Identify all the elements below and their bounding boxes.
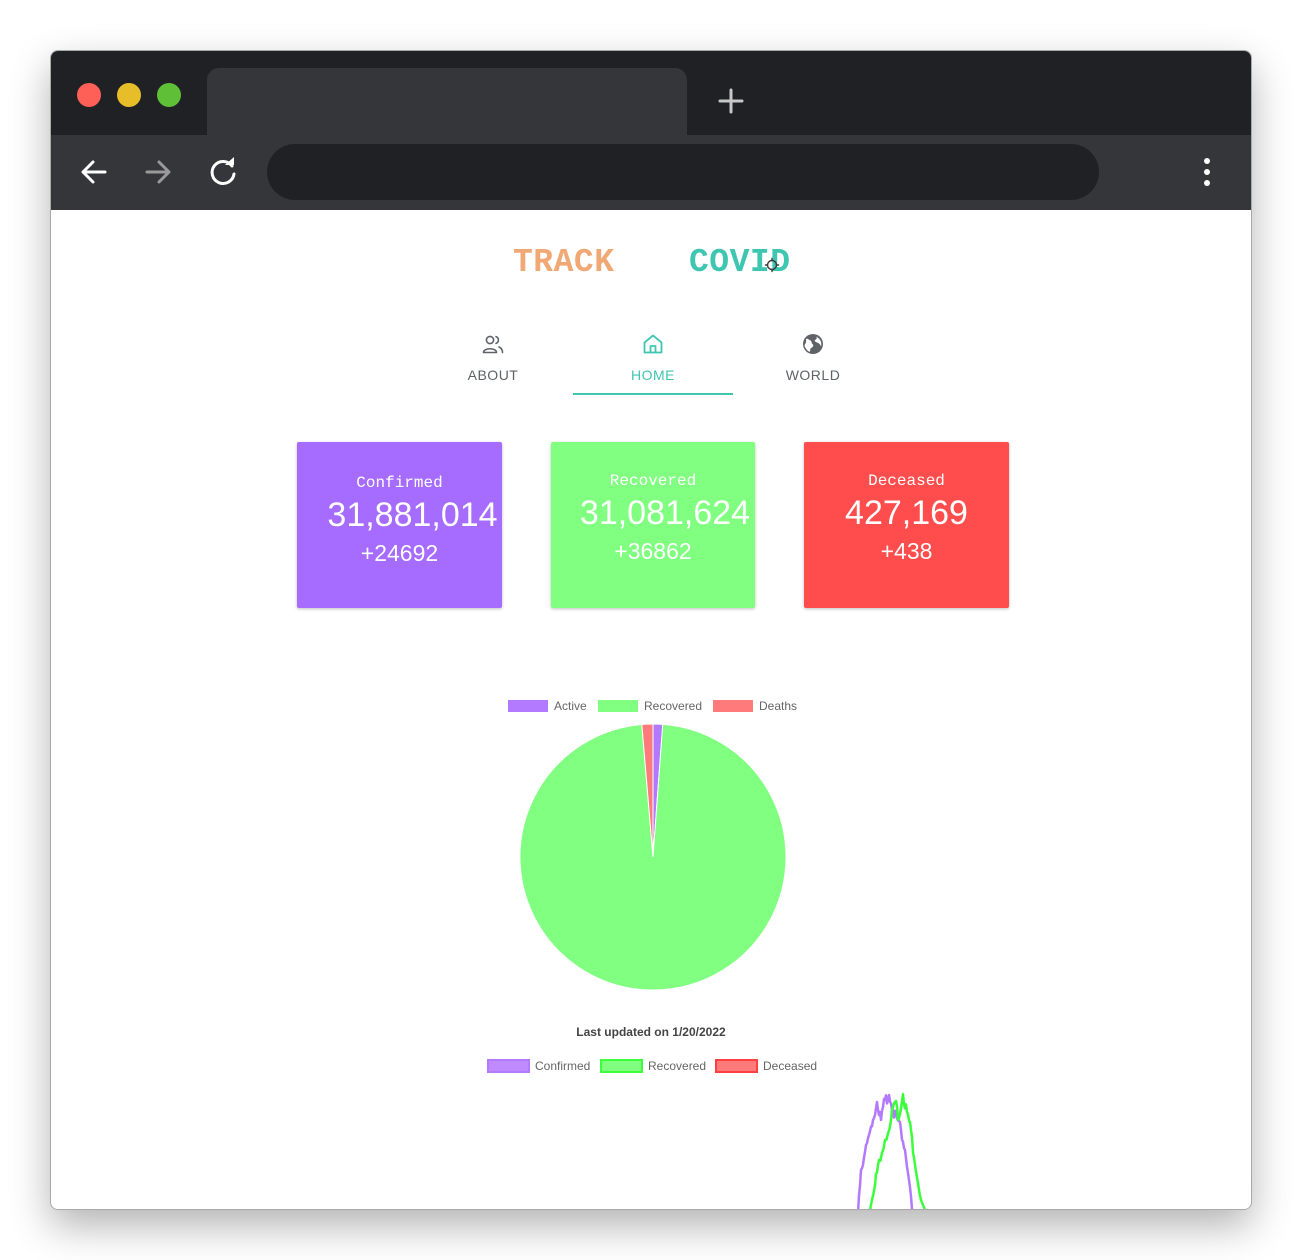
nav-item-world[interactable]: WORLD — [733, 320, 893, 396]
confirmed-value: 31,881,014 — [327, 496, 498, 534]
globe-icon — [803, 334, 823, 354]
active-tab-indicator — [573, 393, 733, 395]
nav-label-about: ABOUT — [467, 367, 519, 383]
nav-item-home[interactable]: HOME — [573, 320, 733, 396]
people-icon — [482, 335, 504, 354]
pie-legend-swatch-recovered — [598, 700, 638, 712]
line-legend: Confirmed Recovered Deceased — [487, 1058, 827, 1074]
recovered-value: 31,081,624 — [579, 494, 751, 532]
browser-tab[interactable] — [207, 68, 687, 135]
pie-legend-label-recovered: Recovered — [644, 699, 703, 713]
confirmed-card: Confirmed 31,881,014 +24692 — [297, 442, 502, 608]
deceased-title: Deceased — [868, 472, 945, 490]
tab-bar — [51, 51, 1251, 135]
minimize-window-button[interactable] — [117, 83, 141, 107]
pie-legend-label-deaths: Deaths — [759, 699, 798, 713]
pie-legend-label-active: Active — [554, 699, 587, 713]
line-legend-swatch-confirmed — [487, 1059, 530, 1073]
arrow-right-icon[interactable] — [141, 155, 175, 189]
maximize-window-button[interactable] — [157, 83, 181, 107]
pie-chart — [519, 723, 787, 991]
browser-window: TRACK COVID ABOUT HOME WORLD Confirmed 3… — [50, 50, 1252, 1210]
pie-legend-swatch-deaths — [713, 700, 753, 712]
line-chart — [856, 1092, 926, 1209]
pie-legend-swatch-active — [508, 700, 548, 712]
nav-item-about[interactable]: ABOUT — [413, 320, 573, 396]
recovered-delta: +36862 — [614, 538, 692, 564]
line-legend-label-confirmed: Confirmed — [535, 1059, 591, 1073]
line-legend-swatch-deceased — [715, 1059, 758, 1073]
deceased-delta: +438 — [880, 538, 933, 564]
arrow-left-icon[interactable] — [77, 155, 111, 189]
last-updated-text: Last updated on 1/20/2022 — [576, 1025, 726, 1039]
nav-label-home: HOME — [631, 367, 675, 383]
recovered-title: Recovered — [609, 472, 697, 490]
line-legend-swatch-recovered — [600, 1059, 643, 1073]
nav-label-world: WORLD — [785, 367, 841, 383]
main-nav: ABOUT HOME WORLD — [413, 320, 893, 396]
confirmed-title: Confirmed — [356, 474, 443, 492]
close-window-button[interactable] — [77, 83, 101, 107]
more-vertical-icon[interactable] — [1195, 155, 1219, 189]
address-bar[interactable] — [267, 144, 1099, 200]
home-icon — [643, 334, 663, 354]
deceased-value: 427,169 — [845, 494, 968, 532]
virus-icon — [764, 257, 780, 273]
logo-track-text: TRACK — [513, 244, 615, 281]
pie-legend: Active Recovered Deaths — [508, 698, 808, 714]
deceased-card: Deceased 427,169 +438 — [804, 442, 1009, 608]
line-legend-label-recovered: Recovered — [648, 1059, 707, 1073]
reload-icon[interactable] — [206, 155, 240, 189]
plus-icon[interactable] — [715, 85, 747, 117]
recovered-card: Recovered 31,081,624 +36862 — [551, 442, 755, 608]
line-legend-label-deceased: Deceased — [763, 1059, 818, 1073]
line-series-confirmed — [856, 1093, 914, 1209]
browser-toolbar — [51, 135, 1251, 210]
page-content: TRACK COVID ABOUT HOME WORLD Confirmed 3… — [51, 210, 1251, 1209]
confirmed-delta: +24692 — [360, 540, 439, 566]
